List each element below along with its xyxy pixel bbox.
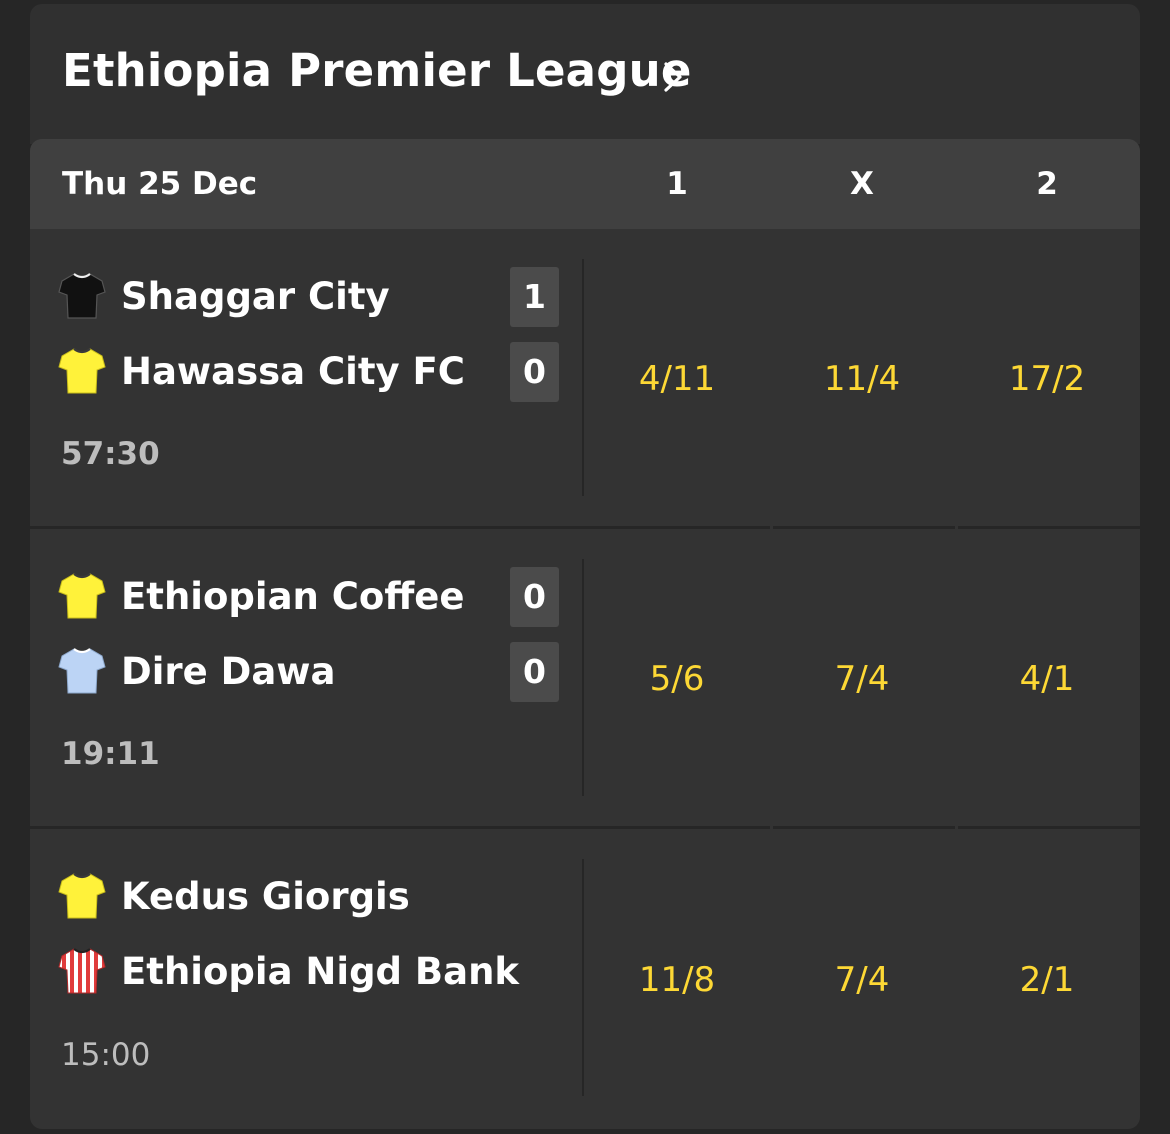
match-clock: 57:30 bbox=[61, 436, 160, 472]
date-label: Thu 25 Dec bbox=[62, 166, 258, 202]
away-team-name: Dire Dawa bbox=[121, 650, 336, 693]
match-row[interactable]: Ethiopian Coffee 0 Dire Dawa 0 19:11 5/6… bbox=[30, 529, 1140, 829]
odds-draw[interactable]: 11/4 bbox=[772, 359, 952, 399]
column-divider bbox=[582, 259, 584, 496]
chevron-right-icon[interactable] bbox=[662, 60, 684, 94]
column-divider bbox=[582, 859, 584, 1096]
odds-home-win[interactable]: 11/8 bbox=[587, 960, 767, 1000]
away-score: 0 bbox=[510, 342, 559, 402]
red-white-striped-shirt-icon bbox=[58, 948, 106, 994]
column-divider bbox=[582, 559, 584, 796]
light-blue-shirt-icon bbox=[58, 648, 106, 694]
league-title[interactable]: Ethiopia Premier League bbox=[62, 44, 692, 97]
odds-draw[interactable]: 7/4 bbox=[772, 659, 952, 699]
home-score: 1 bbox=[510, 267, 559, 327]
home-score: 0 bbox=[510, 567, 559, 627]
yellow-shirt-icon bbox=[58, 873, 106, 919]
match-row[interactable]: Kedus Giorgis Ethiopia Nigd Bank 15:00 1… bbox=[30, 829, 1140, 1129]
odds-draw[interactable]: 7/4 bbox=[772, 960, 952, 1000]
odds-home-win[interactable]: 4/11 bbox=[587, 359, 767, 399]
away-team-row: Hawassa City FC 0 bbox=[58, 342, 559, 402]
yellow-shirt-icon bbox=[58, 573, 106, 619]
column-header-draw: X bbox=[850, 166, 874, 202]
kickoff-time: 15:00 bbox=[61, 1037, 151, 1073]
odds-away-win[interactable]: 2/1 bbox=[957, 960, 1137, 1000]
league-header[interactable]: Ethiopia Premier League bbox=[30, 4, 1140, 144]
yellow-shirt-icon bbox=[58, 348, 106, 394]
column-header-away: 2 bbox=[1036, 166, 1058, 202]
away-team-row: Dire Dawa 0 bbox=[58, 642, 559, 702]
black-shirt-icon bbox=[58, 273, 106, 319]
odds-away-win[interactable]: 17/2 bbox=[957, 359, 1137, 399]
home-team-row: Ethiopian Coffee 0 bbox=[58, 567, 559, 627]
away-team-name: Ethiopia Nigd Bank bbox=[121, 950, 520, 993]
away-score: 0 bbox=[510, 642, 559, 702]
home-team-row: Shaggar City 1 bbox=[58, 267, 559, 327]
home-team-row: Kedus Giorgis bbox=[58, 867, 538, 927]
match-list-panel: Thu 25 Dec 1 X 2 Shaggar City 1 Hawassa … bbox=[30, 139, 1140, 1129]
match-row[interactable]: Shaggar City 1 Hawassa City FC 0 57:30 4… bbox=[30, 229, 1140, 529]
home-team-name: Ethiopian Coffee bbox=[121, 575, 465, 618]
match-clock: 19:11 bbox=[61, 736, 160, 772]
away-team-row: Ethiopia Nigd Bank bbox=[58, 942, 538, 1002]
home-team-name: Shaggar City bbox=[121, 275, 390, 318]
away-team-name: Hawassa City FC bbox=[121, 350, 465, 393]
home-team-name: Kedus Giorgis bbox=[121, 875, 410, 918]
odds-home-win[interactable]: 5/6 bbox=[587, 659, 767, 699]
table-header: Thu 25 Dec 1 X 2 bbox=[30, 139, 1140, 229]
column-header-home: 1 bbox=[666, 166, 688, 202]
odds-away-win[interactable]: 4/1 bbox=[957, 659, 1137, 699]
